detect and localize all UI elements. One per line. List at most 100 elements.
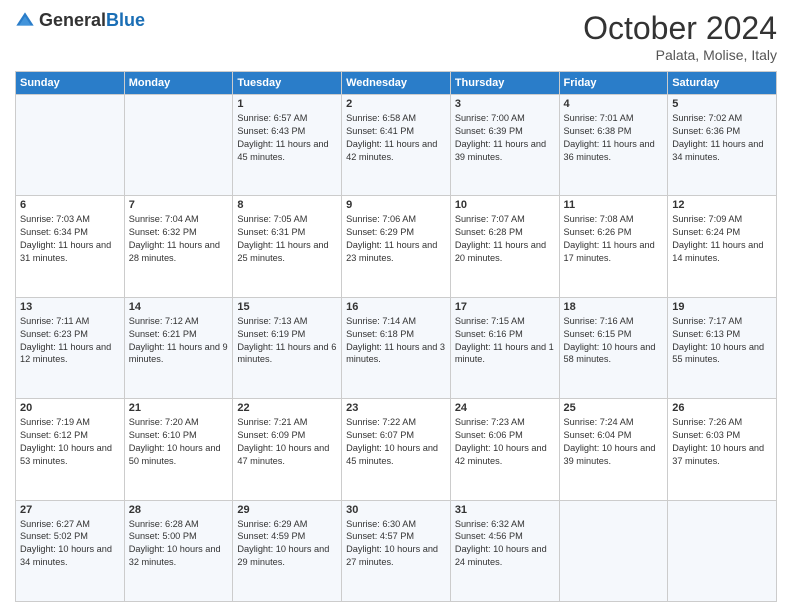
day-cell: 3 Sunrise: 7:00 AMSunset: 6:39 PMDayligh… bbox=[450, 95, 559, 196]
day-info: Sunrise: 7:24 AMSunset: 6:04 PMDaylight:… bbox=[564, 417, 656, 466]
logo-icon bbox=[15, 11, 35, 31]
day-number: 17 bbox=[455, 301, 555, 313]
day-cell: 17 Sunrise: 7:15 AMSunset: 6:16 PMDaylig… bbox=[450, 297, 559, 398]
month-title: October 2024 bbox=[583, 10, 777, 47]
day-info: Sunrise: 7:16 AMSunset: 6:15 PMDaylight:… bbox=[564, 316, 656, 365]
day-number: 10 bbox=[455, 199, 555, 211]
day-cell: 29 Sunrise: 6:29 AMSunset: 4:59 PMDaylig… bbox=[233, 500, 342, 601]
day-number: 30 bbox=[346, 504, 446, 516]
day-info: Sunrise: 7:19 AMSunset: 6:12 PMDaylight:… bbox=[20, 417, 112, 466]
day-info: Sunrise: 6:29 AMSunset: 4:59 PMDaylight:… bbox=[237, 519, 329, 568]
day-number: 5 bbox=[672, 98, 772, 110]
day-number: 7 bbox=[129, 199, 229, 211]
day-info: Sunrise: 7:04 AMSunset: 6:32 PMDaylight:… bbox=[129, 214, 220, 263]
week-row-4: 20 Sunrise: 7:19 AMSunset: 6:12 PMDaylig… bbox=[16, 399, 777, 500]
day-info: Sunrise: 6:32 AMSunset: 4:56 PMDaylight:… bbox=[455, 519, 547, 568]
day-cell: 31 Sunrise: 6:32 AMSunset: 4:56 PMDaylig… bbox=[450, 500, 559, 601]
day-cell: 15 Sunrise: 7:13 AMSunset: 6:19 PMDaylig… bbox=[233, 297, 342, 398]
col-wednesday: Wednesday bbox=[342, 72, 451, 95]
day-cell: 28 Sunrise: 6:28 AMSunset: 5:00 PMDaylig… bbox=[124, 500, 233, 601]
day-number: 9 bbox=[346, 199, 446, 211]
day-number: 14 bbox=[129, 301, 229, 313]
day-info: Sunrise: 7:22 AMSunset: 6:07 PMDaylight:… bbox=[346, 417, 438, 466]
day-number: 25 bbox=[564, 402, 664, 414]
day-info: Sunrise: 6:30 AMSunset: 4:57 PMDaylight:… bbox=[346, 519, 438, 568]
day-cell: 6 Sunrise: 7:03 AMSunset: 6:34 PMDayligh… bbox=[16, 196, 125, 297]
col-friday: Friday bbox=[559, 72, 668, 95]
day-info: Sunrise: 7:14 AMSunset: 6:18 PMDaylight:… bbox=[346, 316, 445, 365]
day-cell: 10 Sunrise: 7:07 AMSunset: 6:28 PMDaylig… bbox=[450, 196, 559, 297]
day-info: Sunrise: 7:01 AMSunset: 6:38 PMDaylight:… bbox=[564, 113, 655, 162]
day-number: 16 bbox=[346, 301, 446, 313]
day-cell: 21 Sunrise: 7:20 AMSunset: 6:10 PMDaylig… bbox=[124, 399, 233, 500]
day-number: 27 bbox=[20, 504, 120, 516]
day-number: 2 bbox=[346, 98, 446, 110]
day-number: 15 bbox=[237, 301, 337, 313]
title-block: October 2024 Palata, Molise, Italy bbox=[583, 10, 777, 63]
day-number: 6 bbox=[20, 199, 120, 211]
day-info: Sunrise: 7:11 AMSunset: 6:23 PMDaylight:… bbox=[20, 316, 111, 365]
day-number: 8 bbox=[237, 199, 337, 211]
day-info: Sunrise: 7:08 AMSunset: 6:26 PMDaylight:… bbox=[564, 214, 655, 263]
col-tuesday: Tuesday bbox=[233, 72, 342, 95]
logo-text: GeneralBlue bbox=[39, 10, 145, 31]
day-info: Sunrise: 6:27 AMSunset: 5:02 PMDaylight:… bbox=[20, 519, 112, 568]
day-number: 23 bbox=[346, 402, 446, 414]
col-thursday: Thursday bbox=[450, 72, 559, 95]
location-subtitle: Palata, Molise, Italy bbox=[583, 47, 777, 63]
day-number: 13 bbox=[20, 301, 120, 313]
week-row-5: 27 Sunrise: 6:27 AMSunset: 5:02 PMDaylig… bbox=[16, 500, 777, 601]
header-row: Sunday Monday Tuesday Wednesday Thursday… bbox=[16, 72, 777, 95]
day-number: 1 bbox=[237, 98, 337, 110]
day-cell: 20 Sunrise: 7:19 AMSunset: 6:12 PMDaylig… bbox=[16, 399, 125, 500]
day-number: 3 bbox=[455, 98, 555, 110]
day-cell: 4 Sunrise: 7:01 AMSunset: 6:38 PMDayligh… bbox=[559, 95, 668, 196]
header: GeneralBlue October 2024 Palata, Molise,… bbox=[15, 10, 777, 63]
day-info: Sunrise: 7:20 AMSunset: 6:10 PMDaylight:… bbox=[129, 417, 221, 466]
day-info: Sunrise: 7:02 AMSunset: 6:36 PMDaylight:… bbox=[672, 113, 763, 162]
week-row-1: 1 Sunrise: 6:57 AMSunset: 6:43 PMDayligh… bbox=[16, 95, 777, 196]
day-cell: 11 Sunrise: 7:08 AMSunset: 6:26 PMDaylig… bbox=[559, 196, 668, 297]
day-info: Sunrise: 7:06 AMSunset: 6:29 PMDaylight:… bbox=[346, 214, 437, 263]
calendar-page: GeneralBlue October 2024 Palata, Molise,… bbox=[0, 0, 792, 612]
day-info: Sunrise: 7:17 AMSunset: 6:13 PMDaylight:… bbox=[672, 316, 764, 365]
day-number: 29 bbox=[237, 504, 337, 516]
logo: GeneralBlue bbox=[15, 10, 145, 31]
day-info: Sunrise: 7:07 AMSunset: 6:28 PMDaylight:… bbox=[455, 214, 546, 263]
day-info: Sunrise: 6:28 AMSunset: 5:00 PMDaylight:… bbox=[129, 519, 221, 568]
day-number: 31 bbox=[455, 504, 555, 516]
day-info: Sunrise: 7:26 AMSunset: 6:03 PMDaylight:… bbox=[672, 417, 764, 466]
day-cell bbox=[124, 95, 233, 196]
day-cell: 9 Sunrise: 7:06 AMSunset: 6:29 PMDayligh… bbox=[342, 196, 451, 297]
col-sunday: Sunday bbox=[16, 72, 125, 95]
day-cell bbox=[16, 95, 125, 196]
day-cell: 16 Sunrise: 7:14 AMSunset: 6:18 PMDaylig… bbox=[342, 297, 451, 398]
day-cell: 18 Sunrise: 7:16 AMSunset: 6:15 PMDaylig… bbox=[559, 297, 668, 398]
day-cell: 1 Sunrise: 6:57 AMSunset: 6:43 PMDayligh… bbox=[233, 95, 342, 196]
day-cell: 26 Sunrise: 7:26 AMSunset: 6:03 PMDaylig… bbox=[668, 399, 777, 500]
day-info: Sunrise: 7:09 AMSunset: 6:24 PMDaylight:… bbox=[672, 214, 763, 263]
day-number: 21 bbox=[129, 402, 229, 414]
day-info: Sunrise: 7:23 AMSunset: 6:06 PMDaylight:… bbox=[455, 417, 547, 466]
day-number: 18 bbox=[564, 301, 664, 313]
day-info: Sunrise: 7:13 AMSunset: 6:19 PMDaylight:… bbox=[237, 316, 336, 365]
day-number: 22 bbox=[237, 402, 337, 414]
calendar-table: Sunday Monday Tuesday Wednesday Thursday… bbox=[15, 71, 777, 602]
day-cell: 8 Sunrise: 7:05 AMSunset: 6:31 PMDayligh… bbox=[233, 196, 342, 297]
day-cell: 23 Sunrise: 7:22 AMSunset: 6:07 PMDaylig… bbox=[342, 399, 451, 500]
day-cell: 19 Sunrise: 7:17 AMSunset: 6:13 PMDaylig… bbox=[668, 297, 777, 398]
day-number: 4 bbox=[564, 98, 664, 110]
day-cell: 30 Sunrise: 6:30 AMSunset: 4:57 PMDaylig… bbox=[342, 500, 451, 601]
day-cell: 7 Sunrise: 7:04 AMSunset: 6:32 PMDayligh… bbox=[124, 196, 233, 297]
day-number: 20 bbox=[20, 402, 120, 414]
day-info: Sunrise: 7:21 AMSunset: 6:09 PMDaylight:… bbox=[237, 417, 329, 466]
day-number: 24 bbox=[455, 402, 555, 414]
day-number: 11 bbox=[564, 199, 664, 211]
day-number: 12 bbox=[672, 199, 772, 211]
day-number: 26 bbox=[672, 402, 772, 414]
day-cell: 25 Sunrise: 7:24 AMSunset: 6:04 PMDaylig… bbox=[559, 399, 668, 500]
day-number: 28 bbox=[129, 504, 229, 516]
day-cell bbox=[668, 500, 777, 601]
day-cell: 24 Sunrise: 7:23 AMSunset: 6:06 PMDaylig… bbox=[450, 399, 559, 500]
day-cell: 22 Sunrise: 7:21 AMSunset: 6:09 PMDaylig… bbox=[233, 399, 342, 500]
